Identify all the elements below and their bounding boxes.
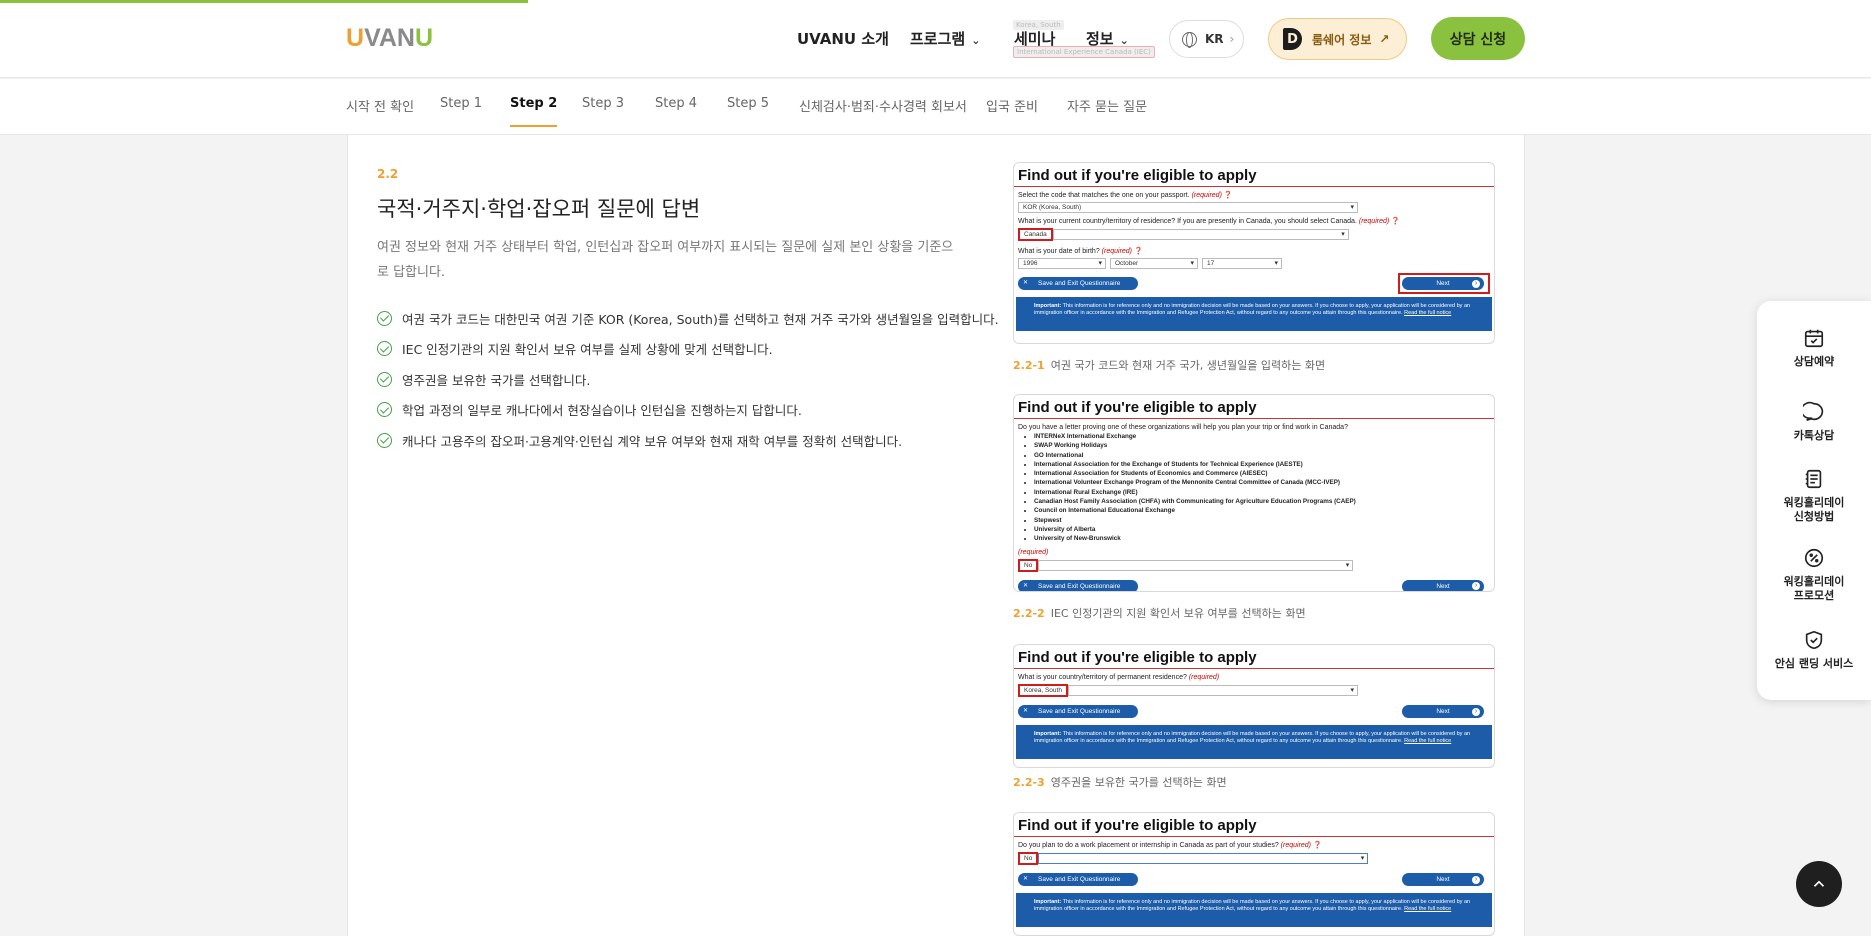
save-exit-button: Save and Exit Questionnaire	[1018, 873, 1138, 886]
tab-faq[interactable]: 자주 묻는 질문	[1067, 96, 1147, 129]
sidebar-item-landing[interactable]: 안심 랜딩 서비스	[1757, 629, 1871, 671]
internship-select	[1038, 853, 1369, 864]
passport-code-select: KOR (Korea, South)	[1018, 202, 1358, 213]
important-notice: Important: This information is for refer…	[1016, 297, 1492, 331]
important-notice: Important: This information is for refer…	[1016, 725, 1492, 759]
screenshot-passport-residence: Find out if you're eligible to apply Sel…	[1013, 162, 1495, 344]
next-button: Next	[1402, 579, 1484, 591]
step-tabs: 시작 전 확인 Step 1 Step 2 Step 3 Step 4 Step…	[0, 79, 1871, 135]
next-button: Next	[1402, 277, 1484, 290]
sidebar-item-wh-promo[interactable]: 워킹홀리데이 프로모션	[1757, 547, 1871, 603]
check-circle-icon	[377, 341, 392, 357]
nav-about[interactable]: UVANU 소개	[797, 28, 889, 49]
uvanu-logo[interactable]: UVANU	[346, 24, 433, 53]
tab-step3[interactable]: Step 3	[582, 96, 624, 125]
screenshot-internship: Find out if you're eligible to apply Do …	[1013, 812, 1495, 936]
shield-check-icon	[1805, 630, 1823, 650]
tab-step1[interactable]: Step 1	[440, 96, 482, 125]
consult-request-button[interactable]: 상담 신청	[1431, 17, 1525, 60]
birth-year-select: 1996	[1018, 258, 1106, 269]
screenshot-permanent-residence: Find out if you're eligible to apply Wha…	[1013, 644, 1495, 768]
tab-step2[interactable]: Step 2	[510, 96, 558, 127]
birth-month-select: October	[1110, 258, 1198, 269]
tab-step4[interactable]: Step 4	[655, 96, 697, 125]
birth-day-select: 17	[1202, 258, 1282, 269]
chevron-down-icon: ⌄	[971, 34, 981, 47]
sidebar-item-booking[interactable]: 상담예약	[1757, 327, 1871, 369]
pr-country-select-highlight: Korea, South	[1018, 684, 1068, 697]
quick-menu-sidebar: 상담예약 카톡상담 워킹홀리데이 신청방법 워킹홀리데이 프로모션 안심 랜딩 …	[1757, 301, 1871, 700]
background-form-text: International Experience Canada (IEC)	[1013, 46, 1155, 58]
calendar-check-icon	[1804, 329, 1824, 348]
residence-select-highlight: Canada	[1018, 228, 1053, 241]
roomshare-logo-icon: D	[1283, 28, 1302, 50]
next-button: Next	[1402, 873, 1484, 886]
scroll-progress-bar	[0, 0, 528, 3]
scroll-to-top-button[interactable]	[1796, 861, 1842, 907]
save-exit-button: Save and Exit Questionnaire	[1018, 579, 1138, 591]
discount-badge-icon	[1804, 548, 1824, 568]
section-title: 국적·거주지·학업·잡오퍼 질문에 답변	[377, 197, 701, 221]
background-form-text: Korea, South	[1013, 20, 1064, 30]
save-exit-button: Save and Exit Questionnaire	[1018, 277, 1138, 290]
section-number: 2.2	[377, 167, 399, 181]
language-selector[interactable]: KR ›	[1169, 20, 1244, 58]
check-circle-icon	[377, 310, 392, 326]
checklist-item: 여권 국가 코드는 대한민국 여권 기준 KOR (Korea, South)를…	[377, 303, 999, 334]
external-link-icon: ↗	[1379, 32, 1390, 46]
internship-select-highlight: No	[1018, 852, 1039, 865]
iec-letter-select-highlight: No	[1018, 558, 1039, 572]
check-circle-icon	[377, 432, 392, 448]
sidebar-item-kakao[interactable]: 카톡상담	[1757, 401, 1871, 443]
section-description: 여권 정보와 현재 거주 상태부터 학업, 인턴십과 잡오퍼 여부까지 표시되는…	[377, 240, 954, 280]
roomshare-button[interactable]: D 룸쉐어 정보 ↗	[1268, 18, 1407, 60]
check-circle-icon	[377, 402, 392, 418]
content-card: 2.2 국적·거주지·학업·잡오퍼 질문에 답변 여권 정보와 현재 거주 상태…	[347, 135, 1525, 936]
important-notice: Important: This information is for refer…	[1016, 893, 1492, 927]
chat-bubble-icon	[1803, 401, 1824, 422]
sidebar-item-wh-howto[interactable]: 워킹홀리데이 신청방법	[1757, 468, 1871, 524]
caption-2-2-1: 2.2-1 여권 국가 코드와 현재 거주 국가, 생년월일을 입력하는 화면	[1013, 359, 1326, 372]
tab-step5[interactable]: Step 5	[727, 96, 769, 125]
pr-country-select	[1067, 685, 1358, 696]
site-header: UVANU UVANU 소개 프로그램 ⌄ 세미나 정보 ⌄ Korea, Sout…	[0, 0, 1871, 78]
checklist-item: IEC 인정기관의 지원 확인서 보유 여부를 실제 상황에 맞게 선택합니다.	[377, 334, 999, 365]
checklist-item: 캐나다 고용주의 잡오퍼·고용계약·인턴십 계약 보유 여부와 현재 재학 여부…	[377, 425, 999, 456]
check-circle-icon	[377, 371, 392, 387]
next-button: Next	[1402, 705, 1484, 718]
checklist: 여권 국가 코드는 대한민국 여권 기준 KOR (Korea, South)를…	[377, 303, 999, 456]
screenshot-iec-letter: Find out if you're eligible to apply Do …	[1013, 394, 1495, 592]
caption-2-2-3: 2.2-3 영주권을 보유한 국가를 선택하는 화면	[1013, 776, 1227, 789]
document-list-icon	[1805, 469, 1822, 489]
tab-arrival-prep[interactable]: 입국 준비	[986, 96, 1038, 129]
nav-program[interactable]: 프로그램 ⌄	[910, 28, 980, 49]
caption-2-2-2: 2.2-2 IEC 인정기관의 지원 확인서 보유 여부를 선택하는 화면	[1013, 607, 1306, 620]
chevron-right-icon: ›	[1229, 32, 1235, 46]
globe-icon	[1182, 31, 1197, 48]
tab-medical-police[interactable]: 신체검사·범죄·수사경력 회보서	[799, 96, 967, 129]
iec-letter-select	[1038, 559, 1354, 571]
checklist-item: 학업 과정의 일부로 캐나다에서 현장실습이나 인턴십을 진행하는지 답합니다.	[377, 395, 999, 426]
checklist-item: 영주권을 보유한 국가를 선택합니다.	[377, 364, 999, 395]
tab-precheck[interactable]: 시작 전 확인	[346, 96, 414, 129]
iec-organization-list: INTERNeX International Exchange SWAP Wor…	[1014, 432, 1494, 544]
save-exit-button: Save and Exit Questionnaire	[1018, 705, 1138, 718]
residence-select	[1052, 229, 1349, 240]
chevron-up-icon	[1813, 880, 1825, 887]
